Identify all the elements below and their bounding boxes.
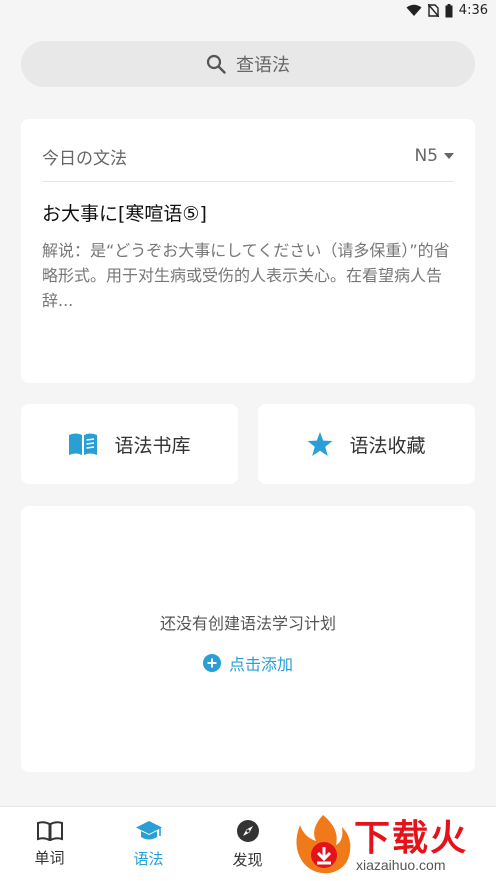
search-icon — [206, 54, 226, 74]
status-bar: 4:36 — [0, 0, 496, 22]
grammar-library-button[interactable]: 语法书库 — [21, 404, 238, 484]
plus-circle-icon — [202, 654, 221, 672]
nav-label-discover: 发现 — [232, 850, 263, 869]
search-bar[interactable]: 查语法 — [21, 41, 475, 87]
grammar-description: 解说：是“どうぞお大事にしてください（请多保重）”的省略形式。用于对生病或受伤的… — [42, 241, 450, 310]
compass-icon — [236, 819, 259, 842]
watermark-logo: 下载火 xiazaihuo.com — [290, 809, 490, 879]
empty-plan-text: 还没有创建语法学习计划 — [159, 614, 336, 633]
nav-item-grammar[interactable]: 语法 — [99, 807, 198, 881]
grammar-title[interactable]: お大事に[寒喧语⑤] — [42, 199, 207, 226]
study-plan-card: 还没有创建语法学习计划 点击添加 — [21, 506, 475, 772]
open-book-icon — [69, 433, 98, 455]
flame-logo-icon — [296, 815, 351, 874]
watermark-text: 下载火 — [354, 818, 469, 859]
daily-grammar-card[interactable]: 今日の文法 N5 お大事に[寒喧语⑤] 解说：是“どうぞお大事にしてください（请… — [21, 119, 475, 383]
dropdown-arrow-icon — [444, 153, 454, 159]
nav-item-words[interactable]: 单词 — [0, 807, 99, 881]
level-value: N5 — [414, 146, 438, 166]
nav-label-grammar: 语法 — [133, 849, 164, 868]
nav-label-words: 单词 — [34, 848, 65, 867]
no-sim-icon — [427, 4, 439, 17]
status-time: 4:36 — [458, 3, 488, 18]
grammar-library-label: 语法书库 — [114, 434, 191, 457]
watermark-url: xiazaihuo.com — [356, 857, 446, 873]
search-placeholder: 查语法 — [236, 55, 290, 76]
nav-item-discover[interactable]: 发现 — [198, 807, 297, 881]
daily-grammar-title: 今日の文法 — [42, 148, 127, 169]
battery-icon — [445, 3, 453, 17]
add-plan-button[interactable]: 点击添加 — [21, 651, 475, 675]
star-icon — [307, 431, 333, 456]
level-selector[interactable]: N5 — [414, 146, 454, 166]
add-plan-label: 点击添加 — [228, 655, 293, 674]
daily-grammar-header: 今日の文法 N5 — [42, 131, 454, 182]
graduation-cap-icon — [135, 820, 162, 839]
grammar-favorites-label: 语法收藏 — [349, 434, 426, 457]
wifi-icon — [406, 4, 422, 16]
grammar-favorites-button[interactable]: 语法收藏 — [258, 404, 475, 484]
book-icon — [36, 820, 63, 841]
